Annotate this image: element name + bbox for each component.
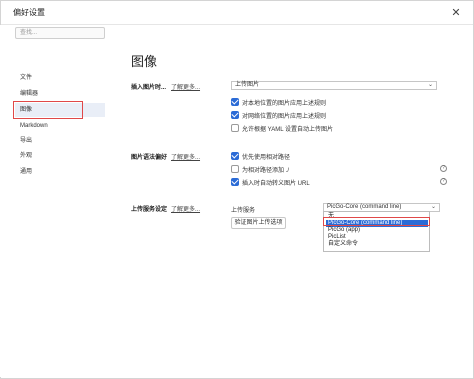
insert-section-title: 插入图片时... [131,85,167,91]
dropdown-option-picgo-core[interactable]: PicGo-Core (command line) [326,220,428,227]
checkbox-dot-slash[interactable] [231,165,239,173]
help-icon[interactable]: ? [440,178,447,185]
upload-section-title: 上传服务设定 [131,207,168,213]
checkbox-apply-local-label: 对本地位置的图片应用上述规则 [242,101,327,107]
insert-action-select[interactable]: 上传图片 ⌄ [231,81,437,90]
checkbox-yaml-upload[interactable] [231,124,239,132]
dropdown-option-none[interactable]: 无 [326,213,428,220]
dropdown-option-picgo-app[interactable]: PicGo (app) [326,227,428,234]
checkbox-dot-slash-label: 为相对路径添加 ./ [242,168,290,174]
help-icon[interactable]: ? [440,165,447,172]
checkbox-escape-url-label: 插入时自动转义图片 URL [242,181,310,187]
window-title: 偏好设置 [13,8,45,17]
checkbox-escape-url[interactable] [231,178,239,186]
upload-service-dropdown: 无 PicGo-Core (command line) PicGo (app) … [323,211,430,252]
validate-upload-button[interactable]: 验证图片上传选项 [231,217,286,229]
insert-learn-more-link[interactable]: 了解更多... [171,82,200,91]
upload-learn-more-link[interactable]: 了解更多... [171,204,200,213]
upload-service-label: 上传服务 [231,208,256,214]
sidebar-item-general[interactable]: 通用 [15,165,105,179]
title-bar: 偏好设置 ✕ [1,1,473,25]
page-title: 图像 [131,54,158,69]
sidebar-item-appearance[interactable]: 外观 [15,149,105,163]
sidebar-item-export[interactable]: 导出 [15,134,105,148]
upload-service-value: PicGo-Core (command line) [327,204,402,210]
sidebar-item-editor[interactable]: 编辑器 [15,87,105,101]
insert-action-value: 上传图片 [235,82,260,88]
dropdown-option-piclist[interactable]: PicList [326,234,428,241]
checkbox-apply-network-label: 对网络位置的图片应用上述规则 [242,114,327,120]
chevron-down-icon: ⌄ [430,204,436,210]
sidebar-item-file[interactable]: 文件 [15,71,105,85]
search-input[interactable]: 查找... [15,27,105,39]
checkbox-apply-local[interactable] [231,98,239,106]
sidebar-item-markdown[interactable]: Markdown [15,119,105,133]
chevron-down-icon: ⌄ [427,82,433,88]
checkbox-relative-path-label: 优先使用相对路径 [242,155,291,161]
close-icon[interactable]: ✕ [447,4,465,22]
sidebar-item-image[interactable]: 图像 [15,103,105,117]
syntax-learn-more-link[interactable]: 了解更多... [171,152,200,161]
syntax-section-title: 图片语法偏好 [131,155,168,161]
checkbox-apply-network[interactable] [231,111,239,119]
dropdown-option-custom-command[interactable]: 自定义命令 [326,241,428,248]
checkbox-relative-path[interactable] [231,152,239,160]
checkbox-yaml-upload-label: 允许根据 YAML 设置自动上传图片 [242,127,334,133]
